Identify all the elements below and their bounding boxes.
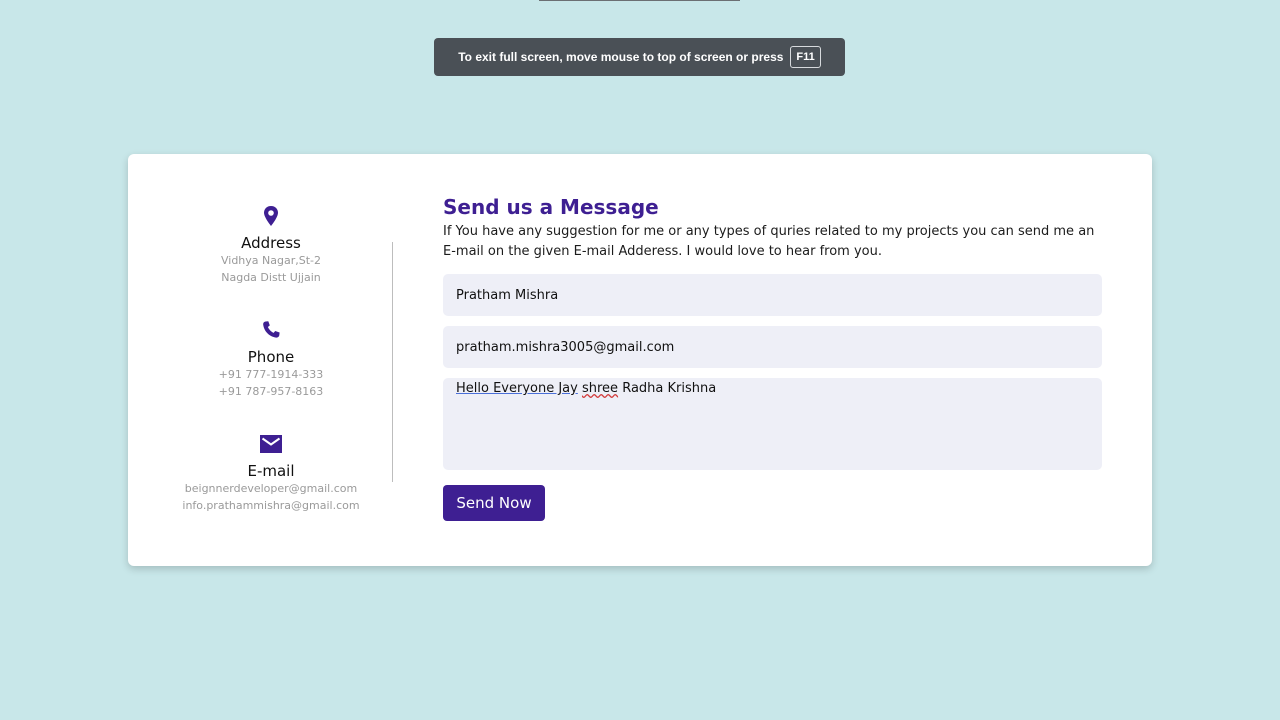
message-text-part-1: Hello Everyone Jay (456, 381, 578, 396)
email-input[interactable]: pratham.mishra3005@gmail.com (443, 326, 1102, 368)
vertical-divider (392, 242, 393, 482)
form-description: If You have any suggestion for me or any… (443, 224, 1095, 259)
envelope-icon (260, 435, 282, 453)
name-input[interactable]: Pratham Mishra (443, 274, 1102, 316)
message-text: Hello Everyone Jay shree Radha Krishna (456, 381, 716, 396)
message-textarea[interactable]: Hello Everyone Jay shree Radha Krishna (443, 378, 1102, 470)
message-form: Send us a Message If You have any sugges… (443, 194, 1103, 521)
contact-card: Address Vidhya Nagar,St-2 Nagda Distt Uj… (128, 154, 1152, 566)
location-pin-icon (264, 206, 278, 226)
message-text-part-2: shree (581, 381, 619, 396)
fullscreen-exit-toast: To exit full screen, move mouse to top o… (434, 38, 845, 76)
phone-block: Phone +91 777-1914-333 +91 787-957-8163 (158, 318, 384, 400)
email-line-1: beignnerdeveloper@gmail.com (184, 482, 358, 495)
email-title: E-mail (247, 462, 295, 480)
address-line-2: Nagda Distt Ujjain (221, 271, 321, 284)
email-line-2: info.prathammishra@gmail.com (182, 499, 360, 512)
address-title: Address (241, 234, 301, 252)
phone-line-1: +91 777-1914-333 (218, 368, 324, 381)
f11-key-badge: F11 (790, 46, 821, 68)
message-text-part-3: Radha Krishna (622, 381, 717, 396)
send-now-button[interactable]: Send Now (443, 485, 545, 521)
form-title: Send us a Message (443, 195, 659, 219)
address-line-1: Vidhya Nagar,St-2 (220, 254, 321, 267)
email-input-value: pratham.mishra3005@gmail.com (456, 339, 675, 355)
fullscreen-toast-message: To exit full screen, move mouse to top o… (458, 50, 784, 64)
name-input-value: Pratham Mishra (456, 287, 559, 303)
phone-title: Phone (247, 348, 295, 366)
email-block: E-mail beignnerdeveloper@gmail.com info.… (158, 432, 384, 514)
address-block: Address Vidhya Nagar,St-2 Nagda Distt Uj… (158, 204, 384, 286)
phone-line-2: +91 787-957-8163 (218, 385, 324, 398)
phone-icon (263, 321, 280, 338)
top-edge-line (539, 0, 740, 1)
